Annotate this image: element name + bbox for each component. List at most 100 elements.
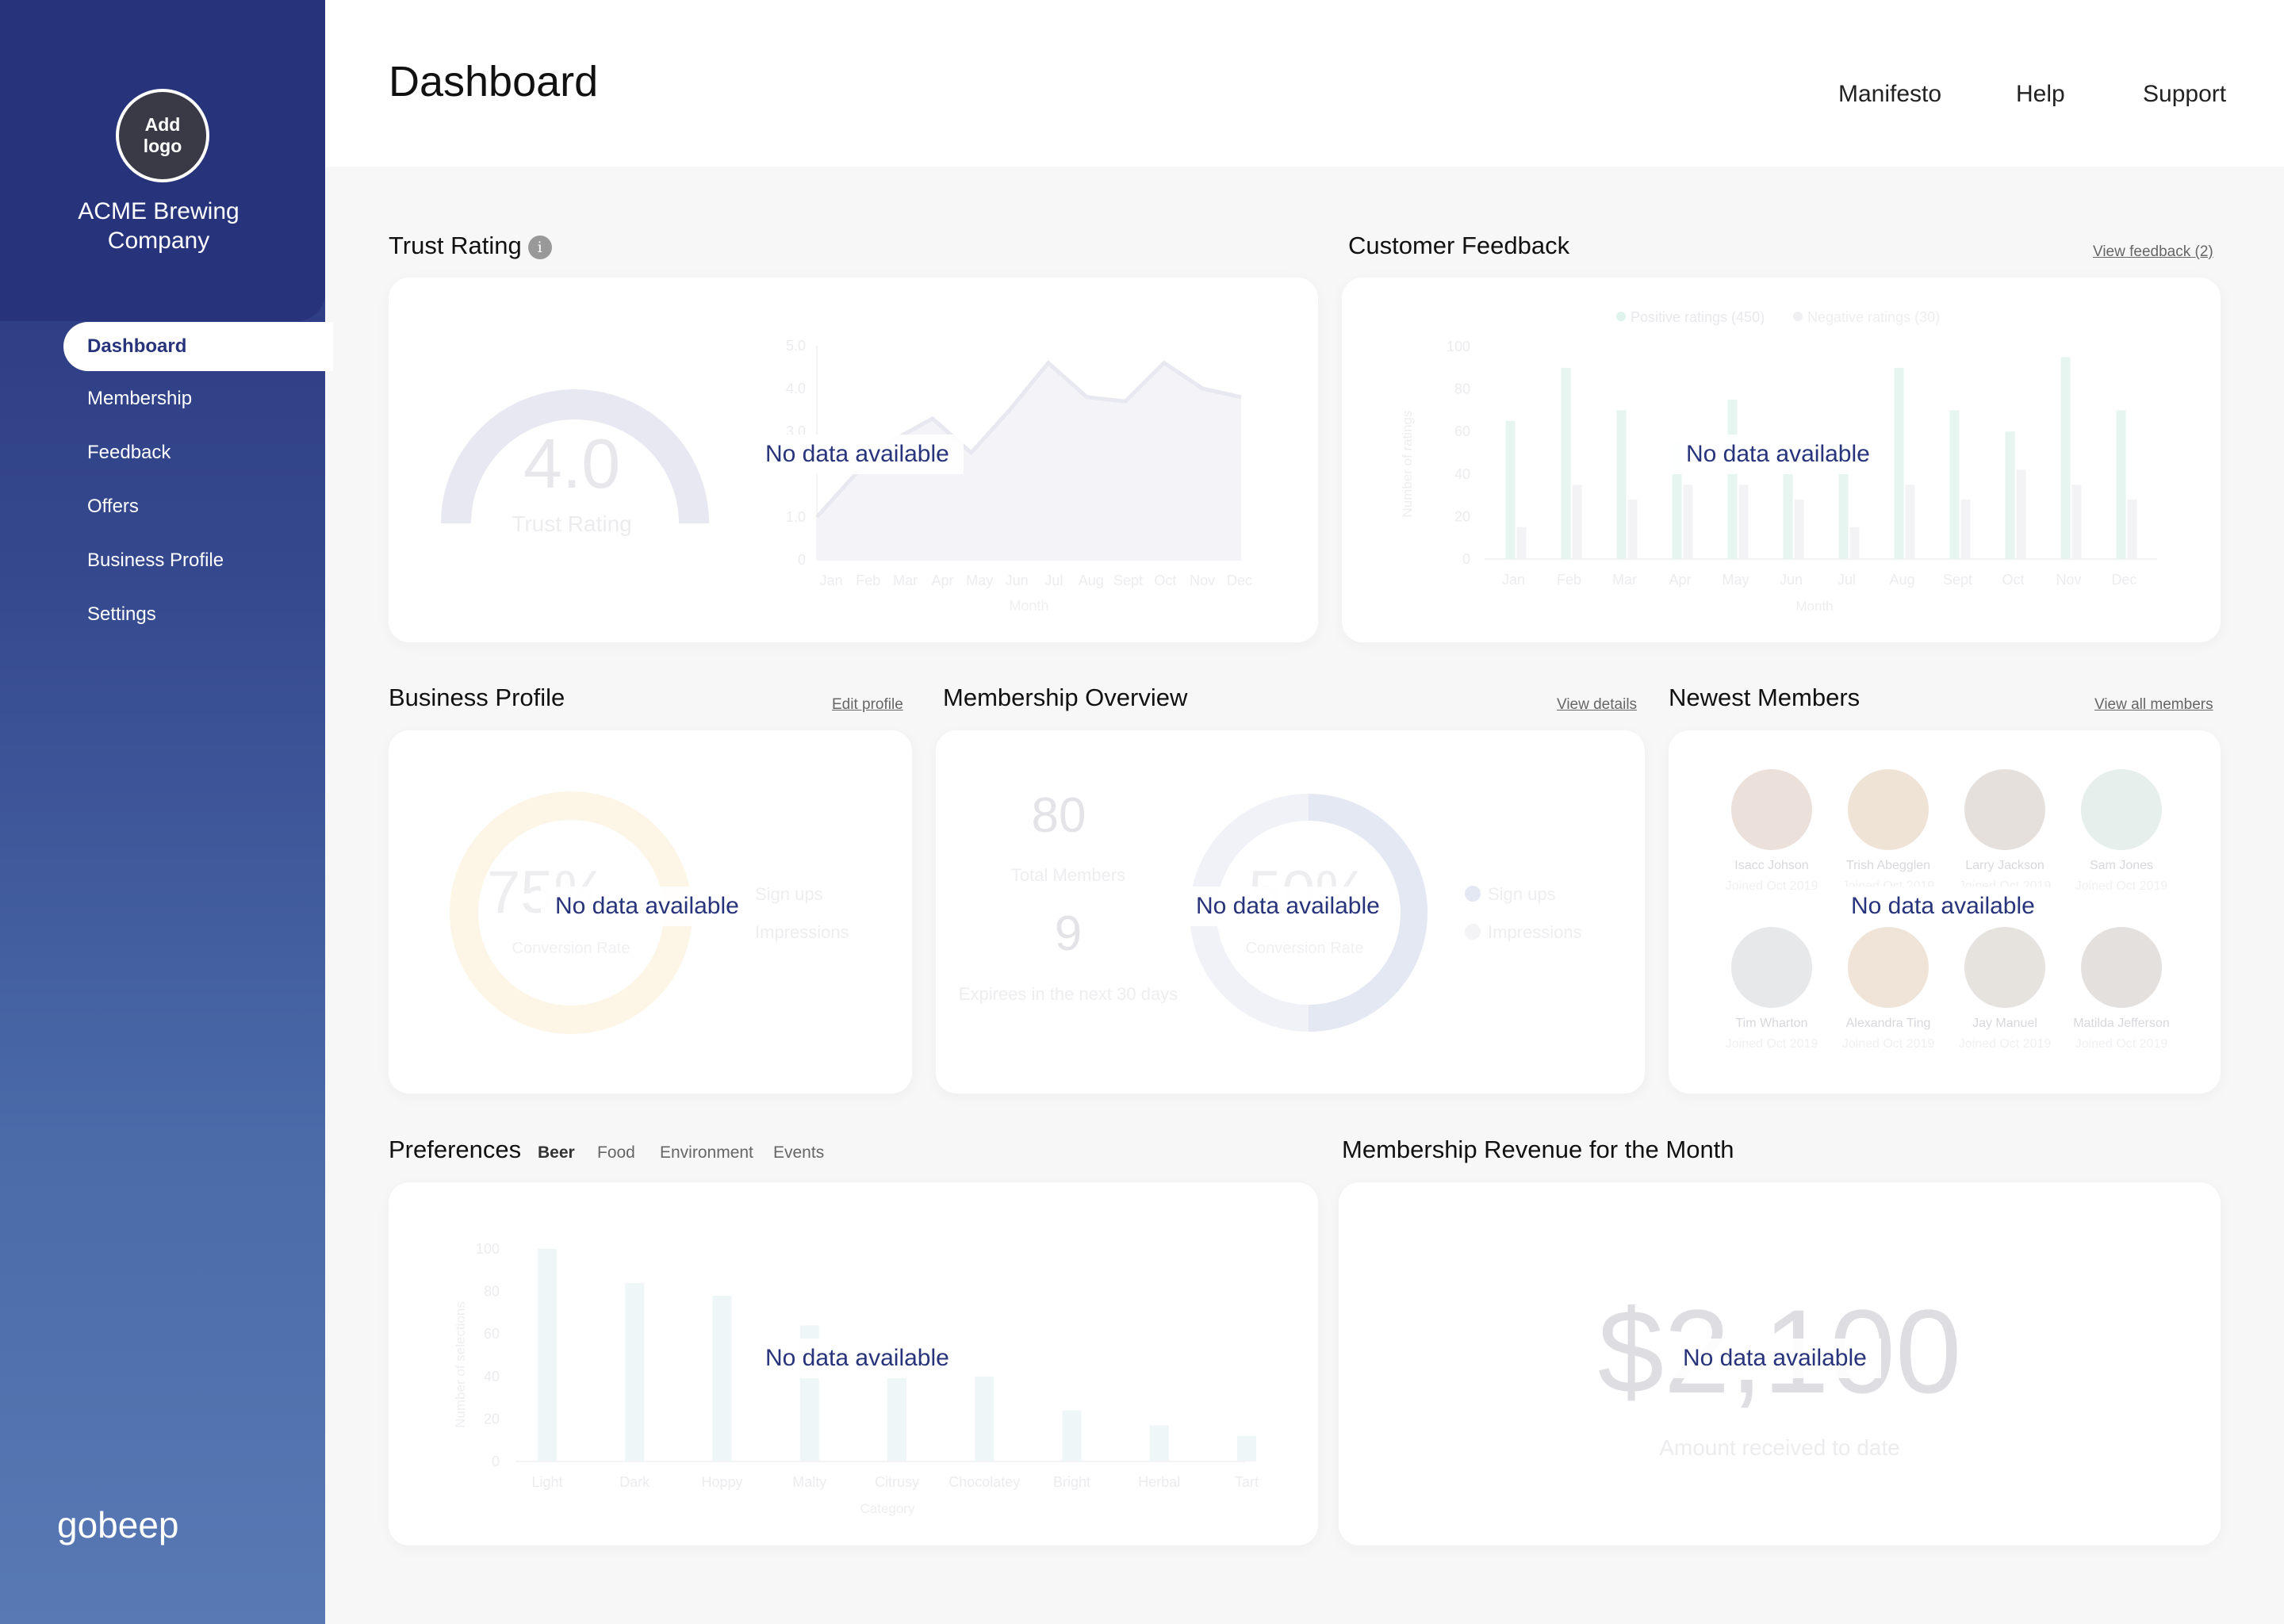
feedback-bar-negative xyxy=(2071,485,2082,559)
feedback-bar-negative xyxy=(1683,485,1693,559)
feedback-bar-positive xyxy=(1894,367,1904,559)
trust-rating-title: Trust Rating i xyxy=(389,232,552,260)
nav-link-manifesto[interactable]: Manifesto xyxy=(1838,81,1941,108)
member-avatar[interactable] xyxy=(1731,769,1812,850)
feedback-xtick: Sept xyxy=(1943,572,1972,588)
member-joined-date: Joined Oct 2019 xyxy=(1958,1037,2052,1051)
member-avatar[interactable] xyxy=(1731,927,1812,1008)
revenue-caption: Amount received to date xyxy=(1659,1435,1900,1460)
feedback-bar-negative xyxy=(1738,485,1749,559)
preferences-bar xyxy=(1149,1425,1169,1461)
revenue-no-data: No data available xyxy=(1669,1339,1881,1378)
feedback-bar-negative xyxy=(1627,499,1638,559)
newest-no-data: No data available xyxy=(1837,887,2049,926)
trust-gauge-value: 4.0 xyxy=(523,424,620,503)
feedback-xlabel: Month xyxy=(1795,599,1833,614)
feedback-xtick: Aug xyxy=(1889,572,1914,588)
member-name: Alexandra Ting xyxy=(1845,1017,1931,1030)
feedback-bar-negative xyxy=(1794,499,1804,559)
feedback-bar-positive xyxy=(2005,431,2015,559)
sidebar-item-settings[interactable]: Settings xyxy=(87,603,156,626)
sidebar: Add logo ACME Brewing Company Dashboard … xyxy=(0,0,333,1624)
preferences-title: Preferences xyxy=(389,1136,522,1163)
feedback-bar-negative xyxy=(1905,485,1915,559)
preferences-ytick: 20 xyxy=(484,1411,500,1427)
trust-xtick: Sept xyxy=(1113,573,1143,588)
member-avatar[interactable] xyxy=(1964,769,2045,850)
company-name: ACME Brewing Company xyxy=(78,198,240,254)
trust-xtick: Jun xyxy=(1006,573,1029,588)
preferences-ytick: 80 xyxy=(484,1284,500,1300)
preferences-xtick: Malty xyxy=(792,1474,826,1490)
trust-ytick: 4.0 xyxy=(786,381,806,396)
feedback-bar-negative xyxy=(1849,527,1860,559)
edit-profile-link[interactable]: Edit profile xyxy=(832,696,903,714)
preferences-xtick: Hoppy xyxy=(701,1474,742,1490)
sidebar-item-feedback[interactable]: Feedback xyxy=(87,442,171,464)
info-icon[interactable]: i xyxy=(527,235,552,259)
business-legend-impressions: Impressions xyxy=(755,922,849,942)
top-header xyxy=(325,0,2284,167)
member-name: Sam Jones xyxy=(2089,859,2154,872)
preferences-xtick: Tart xyxy=(1235,1474,1259,1490)
member-joined-date: Joined Oct 2019 xyxy=(1841,1037,1935,1051)
preferences-bar xyxy=(538,1249,557,1461)
preferences-xtick: Herbal xyxy=(1138,1474,1180,1490)
nav-link-support[interactable]: Support xyxy=(2143,81,2226,108)
sidebar-item-offers[interactable]: Offers xyxy=(87,496,139,518)
customer-feedback-title: Customer Feedback xyxy=(1348,232,1570,259)
feedback-xtick: Nov xyxy=(2056,572,2081,588)
trust-line-chart: 5.04.03.01.00Jan Feb Mar Apr May Jun Jul Aug Sep… xyxy=(786,338,1252,614)
view-all-members-link[interactable]: View all members xyxy=(2094,696,2213,714)
feedback-xtick: Oct xyxy=(2002,572,2024,588)
trust-xtick: Jan xyxy=(819,573,842,588)
sidebar-item-membership[interactable]: Membership xyxy=(87,388,192,410)
feedback-bar-positive xyxy=(1949,410,1960,559)
trust-xtick: Feb xyxy=(856,573,880,588)
nav-link-help[interactable]: Help xyxy=(2016,81,2065,108)
trust-xlabel: Month xyxy=(1009,598,1048,614)
feedback-xtick: Mar xyxy=(1612,572,1637,588)
member-joined-date: Joined Oct 2019 xyxy=(2075,879,2168,893)
view-feedback-link[interactable]: View feedback (2) xyxy=(2093,243,2213,261)
business-legend-signups: Sign ups xyxy=(755,884,823,904)
tab-events[interactable]: Events xyxy=(773,1143,824,1162)
trust-xtick: Dec xyxy=(1227,573,1252,588)
view-details-link[interactable]: View details xyxy=(1557,696,1637,714)
tab-environment[interactable]: Environment xyxy=(660,1143,753,1162)
feedback-xtick: Feb xyxy=(1557,572,1581,588)
feedback-xtick: Jan xyxy=(1502,572,1525,588)
brand-logo: gobeep xyxy=(57,1504,179,1545)
sidebar-item-business-profile[interactable]: Business Profile xyxy=(87,550,224,572)
preferences-xtick: Light xyxy=(531,1474,562,1490)
member-avatar[interactable] xyxy=(2081,769,2162,850)
member-avatar[interactable] xyxy=(1848,927,1929,1008)
member-name: Tim Wharton xyxy=(1735,1017,1808,1030)
member-name: Trish Abegglen xyxy=(1845,859,1931,872)
trust-ytick: 0 xyxy=(798,552,806,568)
member-avatar[interactable] xyxy=(2081,927,2162,1008)
legend-positive-swatch xyxy=(1616,312,1626,321)
trust-ytick: 5.0 xyxy=(786,338,806,354)
total-members-value: 80 xyxy=(1032,788,1086,843)
add-logo-button[interactable]: Add logo xyxy=(116,89,209,182)
preferences-ylabel: Number of selections xyxy=(453,1301,468,1428)
member-name: Matilda Jefferson xyxy=(2073,1017,2170,1030)
tab-food[interactable]: Food xyxy=(597,1143,635,1162)
member-avatar[interactable] xyxy=(1964,927,2045,1008)
trust-xtick: Oct xyxy=(1154,573,1176,588)
preferences-xtick: Citrusy xyxy=(875,1474,919,1490)
feedback-bar-negative xyxy=(2127,499,2137,559)
member-avatar[interactable] xyxy=(1848,769,1929,850)
feedback-bar-positive xyxy=(2060,357,2071,559)
feedback-bar-positive xyxy=(1505,420,1516,559)
trust-xtick: Mar xyxy=(893,573,918,588)
tab-beer[interactable]: Beer xyxy=(538,1143,575,1162)
membership-overview-card: 80 Total Members 9 Expirees in the next … xyxy=(936,730,1645,1094)
newest-members-title: Newest Members xyxy=(1669,684,1861,711)
preferences-ytick: 0 xyxy=(492,1454,500,1469)
feedback-bar-positive xyxy=(1616,410,1627,559)
sidebar-item-dashboard[interactable]: Dashboard xyxy=(63,322,333,371)
trust-ytick: 1.0 xyxy=(786,509,806,525)
preferences-xlabel: Category xyxy=(860,1501,915,1516)
